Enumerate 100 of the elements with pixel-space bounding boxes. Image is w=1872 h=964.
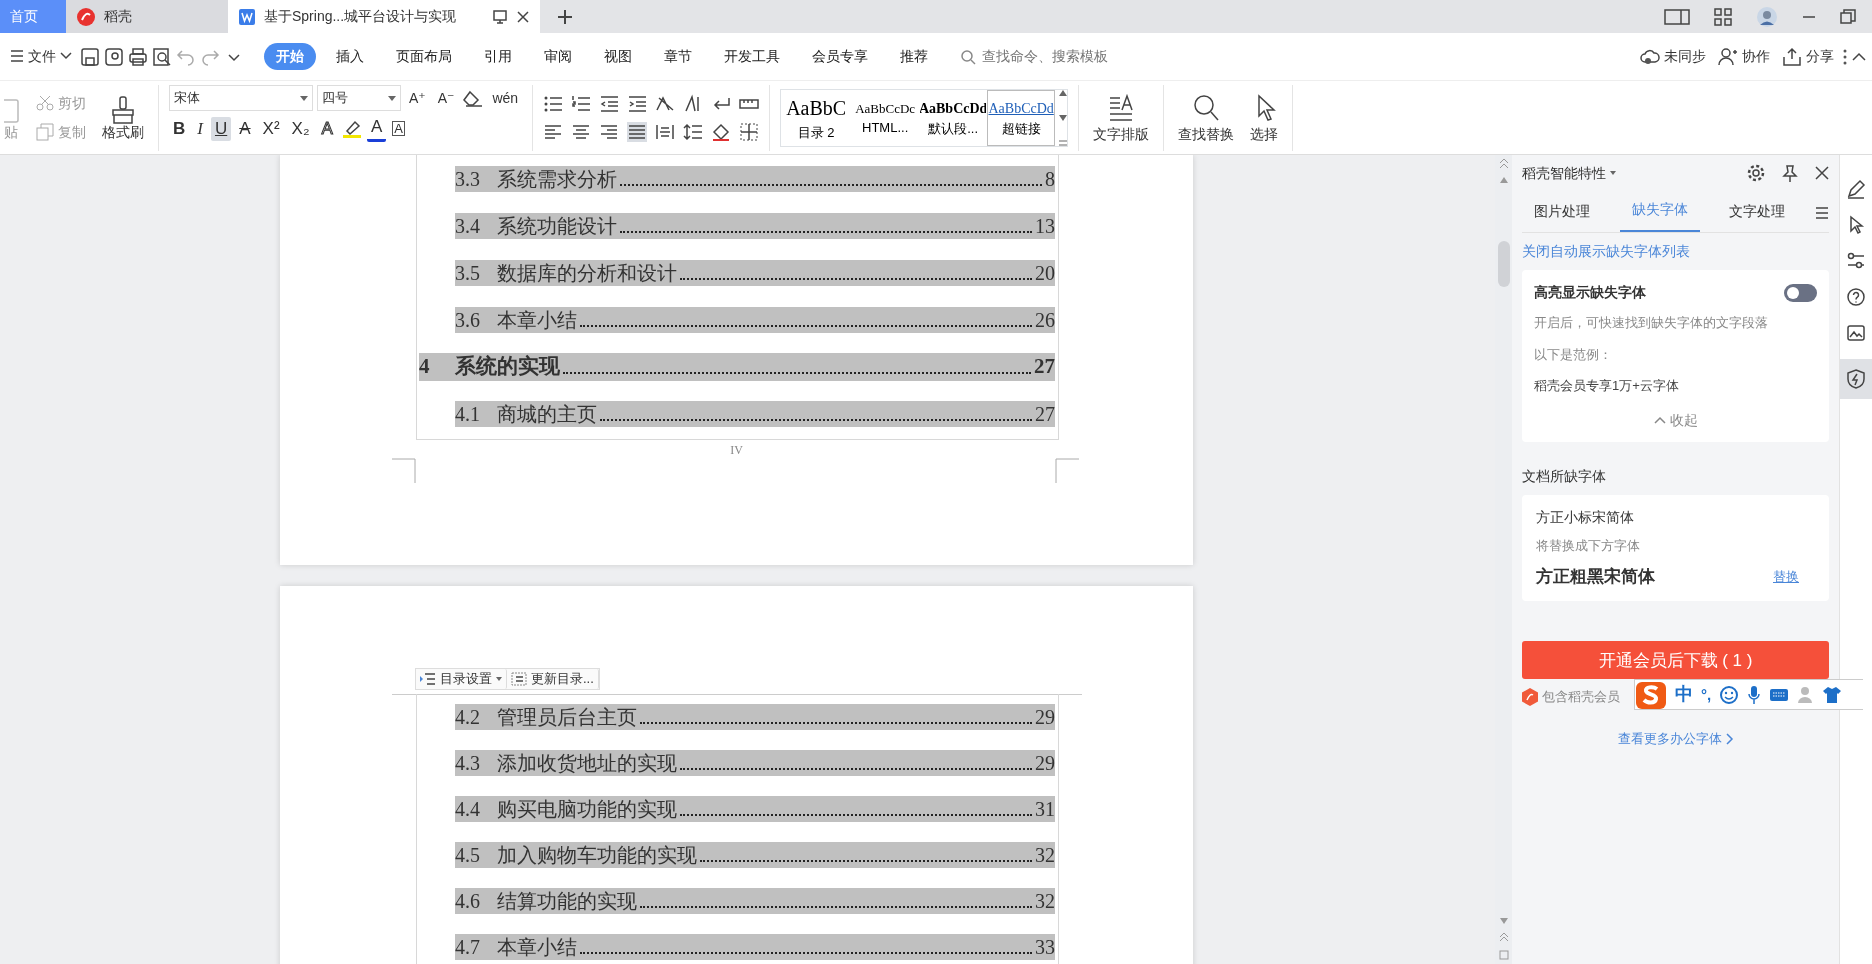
ribbon-tab[interactable]: 开发工具 [712, 43, 792, 70]
shading-icon[interactable] [711, 122, 732, 142]
file-menu[interactable]: 文件 [6, 46, 76, 67]
toolbar-action[interactable]: 协作 [1714, 44, 1774, 69]
toc-toolbar-button[interactable]: 目录设置 [416, 669, 507, 689]
borders-icon[interactable] [739, 122, 760, 142]
line-spacing-icon[interactable] [683, 122, 704, 142]
highlighter-icon[interactable] [340, 118, 363, 139]
select-button[interactable]: 选择 [1246, 91, 1283, 145]
save-icon[interactable] [80, 46, 100, 67]
scroll-down-icon[interactable] [1059, 115, 1068, 121]
toc-toolbar-button[interactable]: 更新目录... [507, 669, 599, 689]
toc-entry[interactable]: 4.3 添加收货地址的实现 29 [455, 750, 1055, 776]
ribbon-tab[interactable]: 推荐 [888, 43, 940, 70]
print-preview-icon[interactable] [152, 46, 172, 67]
window-tab[interactable]: 基于Spring...城平台设计与实现 [228, 0, 540, 33]
format-painter-button[interactable]: 格式刷 [98, 93, 148, 143]
print-icon[interactable] [128, 46, 148, 67]
align-left-icon[interactable] [543, 122, 564, 142]
format-button[interactable]: A [317, 116, 337, 141]
toc-entry[interactable]: 3.6 本章小结 26 [455, 306, 1055, 333]
format-button[interactable]: X² [258, 116, 284, 141]
toc-entry[interactable]: 4 系统的实现 27 [419, 352, 1055, 381]
font-size-button[interactable]: A⁻ [433, 87, 459, 109]
more-fonts-link[interactable]: 查看更多办公字体 [1617, 728, 1734, 749]
close-icon[interactable] [1815, 166, 1829, 180]
search-field[interactable]: 查找命令、搜索模板 [960, 45, 1160, 68]
export-icon[interactable] [104, 46, 124, 67]
toc-entry[interactable]: 4.7 本章小结 33 [455, 934, 1055, 960]
window-tab[interactable]: 稻壳 [66, 0, 228, 33]
smiley-icon[interactable] [1719, 684, 1740, 705]
decrease-indent-icon[interactable] [599, 94, 620, 114]
font-name-select[interactable]: 宋体 [169, 85, 313, 111]
bullet-list-icon[interactable] [543, 94, 564, 114]
panel-tab[interactable]: 文字处理 [1717, 193, 1798, 232]
toolbar-action[interactable]: 分享 [1778, 44, 1838, 69]
replace-link[interactable]: 替换 [1773, 566, 1799, 587]
align-center-icon[interactable] [571, 122, 592, 142]
justify-icon[interactable] [627, 122, 648, 142]
toc-entry[interactable]: 3.5 数据库的分析和设计 20 [455, 259, 1055, 286]
toc-entry[interactable]: 4.1 商城的主页 27 [455, 400, 1055, 427]
font-size-select[interactable]: 四号 [317, 85, 401, 111]
text-layout-button[interactable]: 文字排版 [1089, 91, 1154, 145]
image-icon[interactable] [1846, 323, 1866, 343]
distribute-icon[interactable] [655, 122, 676, 142]
keyboard-icon[interactable] [1769, 686, 1790, 703]
toolbar-action[interactable]: 未同步 [1636, 44, 1710, 69]
find-replace-button[interactable]: 查找替换 [1174, 91, 1239, 145]
ribbon-tab[interactable]: 视图 [592, 43, 644, 70]
toc-entry[interactable]: 4.5 加入购物车功能的实现 32 [455, 842, 1055, 868]
input-mode-toggle[interactable]: 中 [1675, 681, 1693, 709]
scrollbar-thumb[interactable] [1497, 241, 1510, 287]
ribbon-tab[interactable]: 会员专享 [800, 43, 880, 70]
avatar-icon[interactable] [1756, 5, 1778, 28]
ribbon-tab[interactable]: 章节 [652, 43, 704, 70]
toc-entry[interactable]: 3.3 系统需求分析 8 [455, 165, 1055, 192]
panel-title-dropdown[interactable]: 稻壳智能特性 [1522, 162, 1620, 184]
format-button[interactable]: B [169, 116, 190, 141]
format-button[interactable]: A [235, 116, 255, 141]
menu-icon[interactable] [1814, 206, 1829, 220]
help-icon[interactable] [1846, 287, 1866, 307]
style-preset[interactable]: AaBbCcDd 超链接 [987, 90, 1056, 146]
close-icon[interactable] [516, 9, 530, 24]
format-button[interactable]: X₂ [287, 116, 314, 141]
phonetic-button[interactable]: wén [488, 87, 523, 109]
increase-indent-icon[interactable] [627, 94, 648, 114]
tablet-mode-icon[interactable] [1664, 7, 1690, 26]
ribbon-tab[interactable]: 插入 [324, 43, 376, 70]
close-list-link[interactable]: 关闭自动展示缺失字体列表 [1522, 241, 1829, 262]
ribbon-tab[interactable]: 页面布局 [384, 43, 464, 70]
font-size-button[interactable]: A⁺ [405, 87, 430, 109]
panel-tab[interactable]: 图片处理 [1522, 193, 1602, 232]
toggle-switch[interactable] [1784, 283, 1817, 302]
collapse-button[interactable]: 收起 [1649, 409, 1702, 431]
eraser-icon[interactable] [462, 89, 485, 107]
microphone-icon[interactable] [1747, 684, 1762, 705]
new-tab-icon[interactable] [556, 7, 574, 26]
toc-entry[interactable]: 4.6 结算功能的实现 32 [455, 888, 1055, 914]
numbered-list-icon[interactable] [571, 94, 592, 114]
sort-icon[interactable] [655, 94, 676, 114]
sidebar-tool[interactable] [1840, 359, 1872, 399]
punctuation-toggle[interactable]: °, [1701, 683, 1712, 707]
scroll-up-icon[interactable] [1059, 90, 1068, 96]
format-button[interactable]: I [193, 116, 207, 141]
settings-icon[interactable] [1747, 164, 1765, 182]
more-icon[interactable] [1842, 48, 1848, 65]
align-right-icon[interactable] [599, 122, 620, 142]
sliders-icon[interactable] [1846, 251, 1866, 271]
ime-logo-icon[interactable] [1635, 679, 1667, 710]
toc-entry[interactable]: 4.2 管理员后台主页 29 [455, 704, 1055, 730]
pen-icon[interactable] [1846, 179, 1866, 199]
pin-icon[interactable] [1781, 164, 1799, 182]
format-button[interactable]: A [390, 118, 407, 139]
ribbon-tab[interactable]: 引用 [472, 43, 524, 70]
toc-entry[interactable]: 4.4 购买电脑功能的实现 31 [455, 796, 1055, 822]
toc-entry[interactable]: 3.4 系统功能设计 13 [455, 212, 1055, 239]
format-button[interactable]: A [366, 115, 387, 143]
grid-icon[interactable] [1714, 7, 1732, 26]
panel-tab[interactable]: 缺失字体 [1619, 191, 1700, 232]
shirt-icon[interactable] [1823, 685, 1842, 704]
